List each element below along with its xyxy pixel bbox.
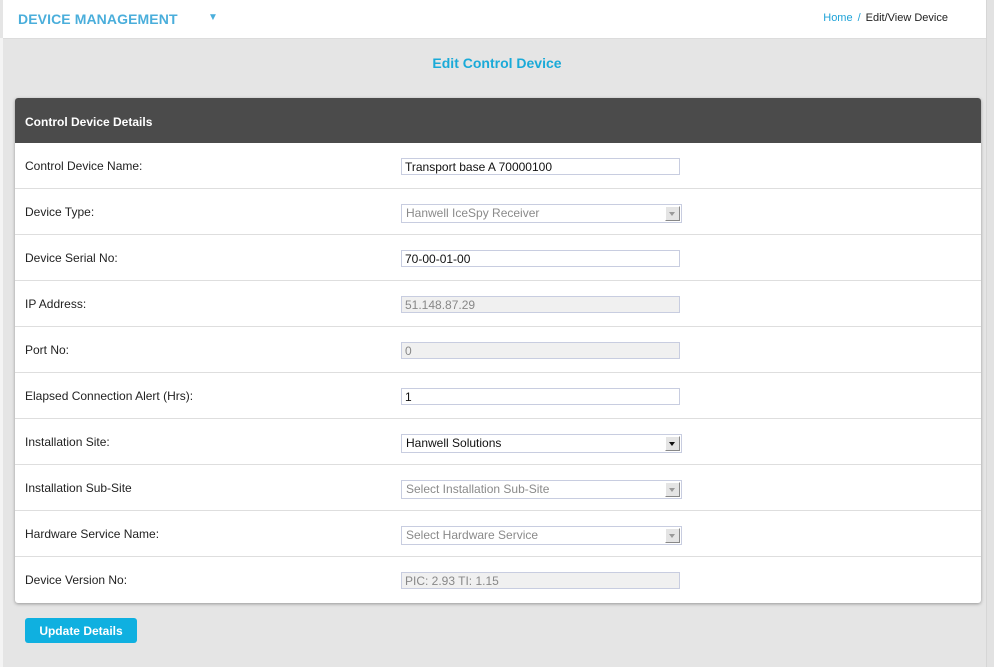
device-type-label: Device Type:	[25, 205, 95, 219]
control-device-details-panel: Control Device Details Control Device Na…	[15, 98, 981, 603]
form-row-elapsed-connection-alert: Elapsed Connection Alert (Hrs):	[15, 373, 981, 419]
chevron-down-icon	[665, 206, 680, 221]
form-row-device-type: Device Type: Hanwell IceSpy Receiver	[15, 189, 981, 235]
top-navigation-bar: DEVICE MANAGEMENT ▼ Home / Edit/View Devic…	[3, 0, 986, 39]
ip-address-label: IP Address:	[25, 297, 87, 311]
panel-title: Control Device Details	[15, 98, 981, 143]
breadcrumb-current: Edit/View Device	[865, 12, 948, 24]
elapsed-connection-alert-input[interactable]	[401, 388, 680, 405]
device-type-select[interactable]: Hanwell IceSpy Receiver	[401, 204, 682, 223]
form-row-device-serial-no: Device Serial No:	[15, 235, 981, 281]
breadcrumb-separator: /	[857, 12, 861, 24]
device-version-no-input[interactable]	[401, 572, 680, 589]
chevron-down-icon	[665, 436, 680, 451]
hardware-service-name-label: Hardware Service Name:	[25, 527, 160, 541]
form-row-ip-address: IP Address:	[15, 281, 981, 327]
device-version-no-label: Device Version No:	[25, 573, 128, 587]
ip-address-input[interactable]	[401, 296, 680, 313]
installation-sub-site-label: Installation Sub-Site	[25, 481, 132, 495]
port-no-label: Port No:	[25, 343, 70, 357]
installation-site-selected-value: Hanwell Solutions	[406, 436, 502, 450]
update-details-button[interactable]: Update Details	[25, 618, 137, 643]
installation-sub-site-selected-value: Select Installation Sub-Site	[406, 482, 550, 496]
device-serial-no-input[interactable]	[401, 250, 680, 267]
form-row-device-version-no: Device Version No:	[15, 557, 981, 602]
form-row-installation-sub-site: Installation Sub-Site Select Installatio…	[15, 465, 981, 511]
installation-sub-site-select[interactable]: Select Installation Sub-Site	[401, 480, 682, 499]
scrollbar[interactable]	[986, 0, 994, 667]
hardware-service-name-selected-value: Select Hardware Service	[406, 528, 539, 542]
caret-down-icon[interactable]: ▼	[208, 12, 218, 23]
hardware-service-name-select[interactable]: Select Hardware Service	[401, 526, 682, 545]
device-serial-no-label: Device Serial No:	[25, 251, 118, 265]
installation-site-select[interactable]: Hanwell Solutions	[401, 434, 682, 453]
breadcrumb-home-link[interactable]: Home	[823, 12, 852, 24]
control-device-name-label: Control Device Name:	[25, 159, 143, 173]
breadcrumb: Home / Edit/View Device	[823, 12, 948, 24]
form-row-control-device-name: Control Device Name:	[15, 143, 981, 189]
form-row-hardware-service-name: Hardware Service Name: Select Hardware S…	[15, 511, 981, 557]
app-title: DEVICE MANAGEMENT	[18, 11, 178, 27]
page-title: Edit Control Device	[432, 55, 562, 71]
elapsed-connection-alert-label: Elapsed Connection Alert (Hrs):	[25, 389, 194, 403]
form-row-port-no: Port No:	[15, 327, 981, 373]
chevron-down-icon	[665, 482, 680, 497]
control-device-name-input[interactable]	[401, 158, 680, 175]
chevron-down-icon	[665, 528, 680, 543]
form-row-installation-site: Installation Site: Hanwell Solutions	[15, 419, 981, 465]
device-type-selected-value: Hanwell IceSpy Receiver	[406, 206, 540, 220]
port-no-input[interactable]	[401, 342, 680, 359]
installation-site-label: Installation Site:	[25, 435, 110, 449]
page-left-edge	[0, 38, 3, 667]
